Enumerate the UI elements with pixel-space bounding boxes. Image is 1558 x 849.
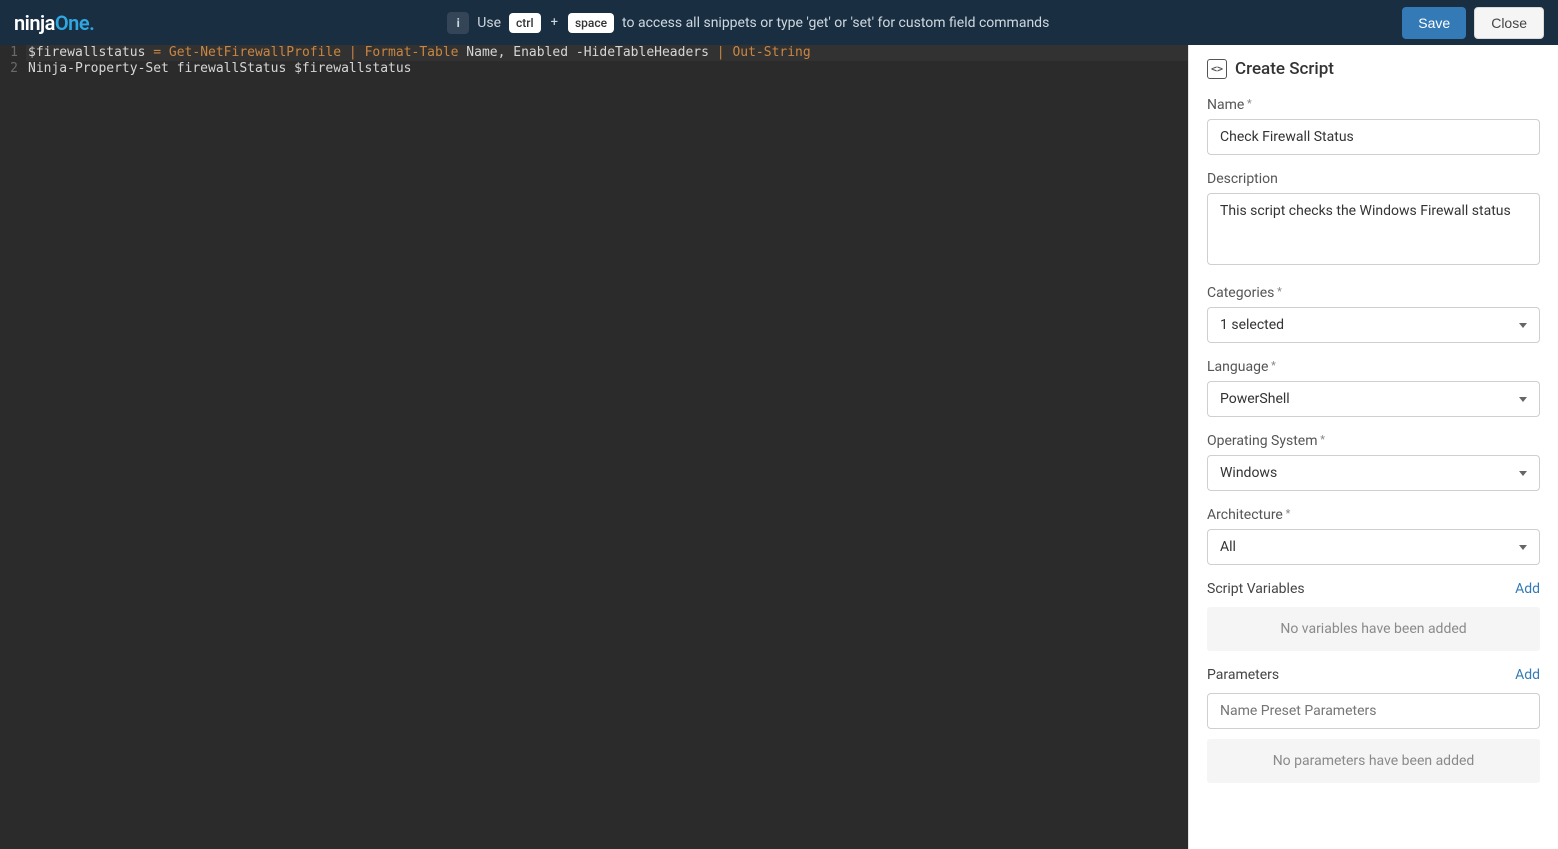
create-script-panel: <> Create Script Name Description Catego… (1188, 45, 1558, 849)
chevron-down-icon (1519, 545, 1527, 550)
code-token: Name, Enabled (458, 45, 575, 60)
field-architecture: Architecture All (1207, 507, 1540, 565)
label-parameters: Parameters (1207, 667, 1279, 683)
field-description: Description (1207, 171, 1540, 269)
categories-value: 1 selected (1220, 317, 1284, 333)
main-area: 12 $firewallstatus = Get-NetFirewallProf… (0, 45, 1558, 849)
hint-tail: to access all snippets or type 'get' or … (622, 15, 1049, 31)
description-textarea[interactable] (1207, 193, 1540, 265)
code-token: = (153, 45, 161, 60)
logo: ninjaOne. (14, 11, 94, 35)
hint-plus: + (549, 15, 560, 30)
field-categories: Categories 1 selected (1207, 285, 1540, 343)
code-token: Ninja-Property-Set firewallStatus $firew… (28, 61, 412, 76)
label-name: Name (1207, 97, 1540, 113)
label-os: Operating System (1207, 433, 1540, 449)
line-number: 2 (0, 61, 20, 77)
panel-title-row: <> Create Script (1207, 59, 1540, 79)
code-token (161, 45, 169, 60)
close-button[interactable]: Close (1474, 7, 1544, 39)
chevron-down-icon (1519, 397, 1527, 402)
name-input[interactable] (1207, 119, 1540, 155)
logo-part-one: One (55, 11, 89, 35)
language-value: PowerShell (1220, 391, 1290, 407)
code-token: Format-Table (365, 45, 459, 60)
os-value: Windows (1220, 465, 1277, 481)
add-parameter-link[interactable]: Add (1515, 667, 1540, 683)
info-icon: i (447, 12, 469, 34)
code-token (341, 45, 349, 60)
panel-title: Create Script (1235, 59, 1334, 79)
architecture-select[interactable]: All (1207, 529, 1540, 565)
editor-gutter: 12 (0, 45, 26, 849)
architecture-value: All (1220, 539, 1236, 555)
top-bar: ninjaOne. i Use ctrl + space to access a… (0, 0, 1558, 45)
label-language: Language (1207, 359, 1540, 375)
code-icon: <> (1207, 59, 1227, 79)
code-token: -HideTableHeaders (576, 45, 709, 60)
code-token (357, 45, 365, 60)
kbd-space: space (568, 13, 614, 33)
code-line[interactable]: $firewallstatus = Get-NetFirewallProfile… (26, 45, 1188, 61)
code-token: | (349, 45, 357, 60)
params-empty-state: No parameters have been added (1207, 739, 1540, 783)
chevron-down-icon (1519, 323, 1527, 328)
code-editor[interactable]: 12 $firewallstatus = Get-NetFirewallProf… (0, 45, 1188, 849)
field-name: Name (1207, 97, 1540, 155)
code-line[interactable]: Ninja-Property-Set firewallStatus $firew… (26, 61, 1188, 77)
os-select[interactable]: Windows (1207, 455, 1540, 491)
categories-select[interactable]: 1 selected (1207, 307, 1540, 343)
label-categories: Categories (1207, 285, 1540, 301)
section-script-variables: Script Variables Add No variables have b… (1207, 581, 1540, 651)
label-description: Description (1207, 171, 1540, 187)
code-token: | (717, 45, 725, 60)
code-token: $firewallstatus (28, 45, 145, 60)
parameters-input[interactable] (1207, 693, 1540, 729)
label-script-variables: Script Variables (1207, 581, 1305, 597)
code-token: Out-String (732, 45, 810, 60)
code-token: Get-NetFirewallProfile (169, 45, 341, 60)
vars-empty-state: No variables have been added (1207, 607, 1540, 651)
field-language: Language PowerShell (1207, 359, 1540, 417)
section-parameters: Parameters Add No parameters have been a… (1207, 667, 1540, 783)
line-number: 1 (0, 45, 20, 61)
language-select[interactable]: PowerShell (1207, 381, 1540, 417)
field-os: Operating System Windows (1207, 433, 1540, 491)
logo-part-ninja: ninja (14, 11, 55, 35)
editor-lines[interactable]: $firewallstatus = Get-NetFirewallProfile… (26, 45, 1188, 849)
label-architecture: Architecture (1207, 507, 1540, 523)
add-variable-link[interactable]: Add (1515, 581, 1540, 597)
hint-bar: i Use ctrl + space to access all snippet… (94, 12, 1402, 34)
code-token (709, 45, 717, 60)
hint-use: Use (477, 15, 501, 31)
chevron-down-icon (1519, 471, 1527, 476)
kbd-ctrl: ctrl (509, 13, 541, 33)
topbar-actions: Save Close (1402, 7, 1544, 39)
save-button[interactable]: Save (1402, 7, 1466, 39)
